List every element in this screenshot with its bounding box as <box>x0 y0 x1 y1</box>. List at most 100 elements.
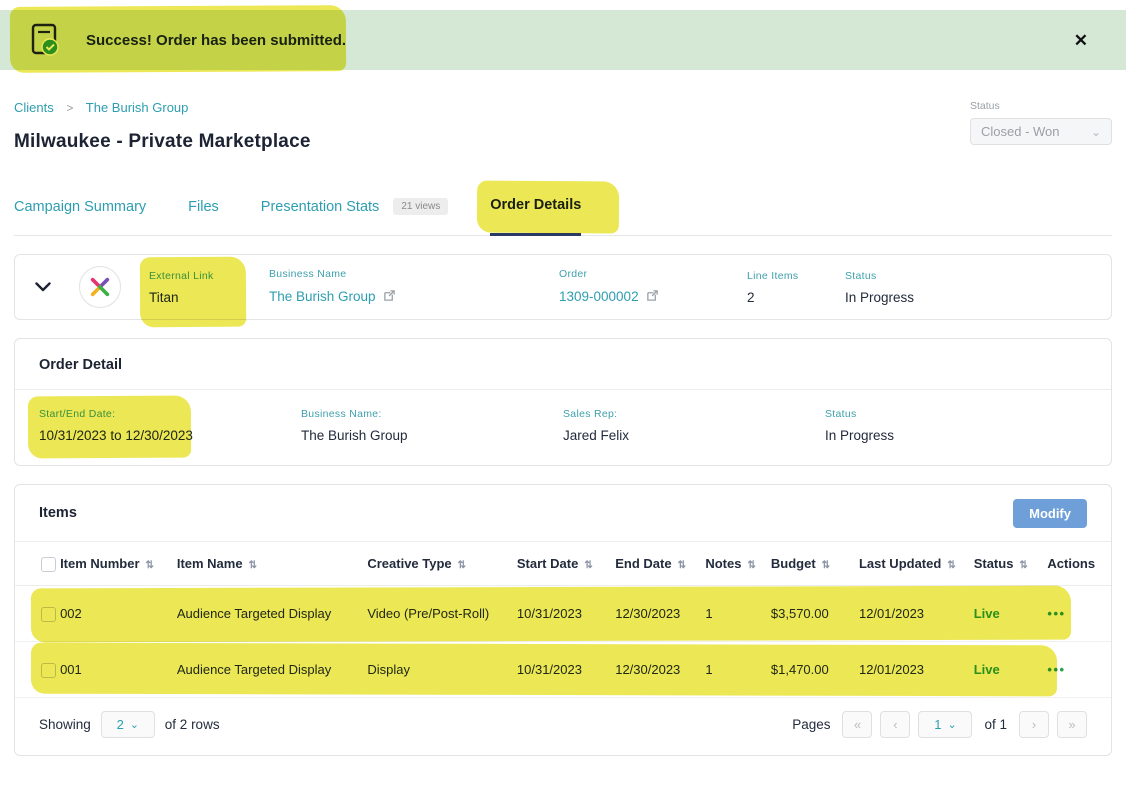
order-summary-card: External Link Titan Business Name The Bu… <box>14 254 1112 320</box>
sales-rep-value: Jared Felix <box>563 428 825 443</box>
tab-campaign-summary[interactable]: Campaign Summary <box>14 199 146 235</box>
col-notes: Notes⇅ <box>705 542 771 586</box>
col-start-date: Start Date⇅ <box>517 542 615 586</box>
page-select[interactable]: 1 ⌄ <box>918 711 972 738</box>
page-select-value: 1 <box>934 717 941 732</box>
page-size-select[interactable]: 2 ⌄ <box>101 711 155 738</box>
sort-icon[interactable]: ⇅ <box>747 560 755 571</box>
main-content: Clients > The Burish Group Milwaukee - P… <box>0 100 1126 756</box>
status-select[interactable]: Closed - Won ⌄ <box>970 118 1112 145</box>
sort-icon[interactable]: ⇅ <box>249 560 257 571</box>
status-dropdown-wrap: Status Closed - Won ⌄ <box>970 100 1112 153</box>
tab-campaign-summary-label: Campaign Summary <box>14 199 146 215</box>
detail-business-name-label: Business Name: <box>301 408 563 420</box>
sort-icon[interactable]: ⇅ <box>146 560 154 571</box>
modify-button[interactable]: Modify <box>1013 499 1087 528</box>
cell-end-date: 12/30/2023 <box>615 642 705 698</box>
vendor-logo <box>79 266 121 308</box>
items-table-wrap: Item Number⇅ Item Name⇅ Creative Type⇅ S… <box>15 541 1111 698</box>
first-page-button[interactable]: « <box>842 711 872 738</box>
row-actions-menu[interactable]: ••• <box>1047 662 1065 677</box>
cell-item-name: Audience Targeted Display <box>177 586 368 642</box>
col-actions: Actions <box>1047 542 1111 586</box>
breadcrumb-clients[interactable]: Clients <box>14 100 54 115</box>
tab-order-details[interactable]: Order Details <box>490 197 581 236</box>
detail-status-label: Status <box>825 408 1087 420</box>
order-detail-card: Order Detail Start/End Date: 10/31/2023 … <box>14 338 1112 466</box>
field-business-name: Business Name The Burish Group <box>269 268 559 306</box>
table-row: 001 Audience Targeted Display Display 10… <box>15 642 1111 698</box>
last-page-button[interactable]: » <box>1057 711 1087 738</box>
cell-budget: $3,570.00 <box>771 586 859 642</box>
order-status-label: Status <box>845 270 914 282</box>
cell-creative-type: Video (Pre/Post-Roll) <box>367 586 517 642</box>
start-end-date-value: 10/31/2023 to 12/30/2023 <box>39 428 301 443</box>
tab-files[interactable]: Files <box>188 199 219 235</box>
topbar: Clients > The Burish Group Milwaukee - P… <box>14 100 1112 153</box>
order-detail-title: Order Detail <box>15 339 1111 390</box>
cell-start-date: 10/31/2023 <box>517 586 615 642</box>
breadcrumb-burish-group[interactable]: The Burish Group <box>86 100 189 115</box>
page-title: Milwaukee - Private Marketplace <box>14 131 311 153</box>
breadcrumb-separator: > <box>66 101 73 115</box>
prev-page-button[interactable]: ‹ <box>880 711 910 738</box>
next-page-button[interactable]: › <box>1019 711 1049 738</box>
field-external-link: External Link Titan <box>149 270 269 305</box>
sort-icon[interactable]: ⇅ <box>678 560 686 571</box>
line-items-label: Line Items <box>747 270 845 282</box>
order-number-label: Order <box>559 268 747 280</box>
items-table: Item Number⇅ Item Name⇅ Creative Type⇅ S… <box>15 541 1111 698</box>
tab-presentation-stats[interactable]: Presentation Stats 21 views <box>261 199 448 235</box>
external-link-icon <box>383 289 396 305</box>
row-actions-menu[interactable]: ••• <box>1047 606 1065 621</box>
field-detail-business-name: Business Name: The Burish Group <box>301 408 563 443</box>
tab-presentation-stats-label: Presentation Stats <box>261 199 380 215</box>
row-checkbox[interactable] <box>41 663 56 678</box>
select-all-checkbox[interactable] <box>41 557 56 572</box>
business-name-value: The Burish Group <box>269 289 376 304</box>
cell-status: Live <box>974 586 1048 642</box>
page-size-value: 2 <box>117 717 124 732</box>
showing-label: Showing <box>39 717 91 732</box>
pagination: Pages « ‹ 1 ⌄ of 1 › » <box>792 711 1087 738</box>
field-sales-rep: Sales Rep: Jared Felix <box>563 408 825 443</box>
business-name-label: Business Name <box>269 268 559 280</box>
tab-bar: Campaign Summary Files Presentation Stat… <box>14 197 1112 236</box>
field-line-items: Line Items 2 <box>747 270 845 305</box>
row-checkbox[interactable] <box>41 607 56 622</box>
status-dropdown-label: Status <box>970 100 1112 112</box>
start-end-date-label: Start/End Date: <box>39 408 301 420</box>
order-number-link[interactable]: 1309-000002 <box>559 289 659 305</box>
col-item-number: Item Number⇅ <box>60 542 177 586</box>
cell-budget: $1,470.00 <box>771 642 859 698</box>
views-badge: 21 views <box>393 198 448 215</box>
external-link-value: Titan <box>149 290 269 305</box>
pages-label: Pages <box>792 717 830 732</box>
page-of-label: of 1 <box>984 717 1007 732</box>
sort-icon[interactable]: ⇅ <box>1019 560 1027 571</box>
chevron-down-icon: ⌄ <box>1091 125 1101 139</box>
order-number-value: 1309-000002 <box>559 289 639 304</box>
order-submitted-icon <box>30 23 60 57</box>
items-card: Items Modify Item Number⇅ Item Name⇅ Cre… <box>14 484 1112 756</box>
external-link-icon <box>646 289 659 305</box>
cell-last-updated: 12/01/2023 <box>859 586 974 642</box>
sort-icon[interactable]: ⇅ <box>584 560 592 571</box>
items-footer: Showing 2 ⌄ of 2 rows Pages « ‹ 1 ⌄ of 1… <box>15 698 1111 755</box>
cell-item-number: 001 <box>60 642 177 698</box>
col-status: Status⇅ <box>974 542 1048 586</box>
tab-files-label: Files <box>188 199 219 215</box>
sort-icon[interactable]: ⇅ <box>822 560 830 571</box>
highlight-start-end-date <box>28 396 191 459</box>
business-name-link[interactable]: The Burish Group <box>269 289 396 305</box>
col-end-date: End Date⇅ <box>615 542 705 586</box>
collapse-chevron-icon[interactable] <box>35 282 51 292</box>
chevron-down-icon: ⌄ <box>130 718 139 731</box>
col-item-name: Item Name⇅ <box>177 542 368 586</box>
sort-icon[interactable]: ⇅ <box>458 560 466 571</box>
cell-last-updated: 12/01/2023 <box>859 642 974 698</box>
chevron-down-icon: ⌄ <box>947 718 956 731</box>
order-detail-fields: Start/End Date: 10/31/2023 to 12/30/2023… <box>15 390 1111 465</box>
sort-icon[interactable]: ⇅ <box>947 560 955 571</box>
close-icon[interactable]: ✕ <box>1074 32 1088 49</box>
